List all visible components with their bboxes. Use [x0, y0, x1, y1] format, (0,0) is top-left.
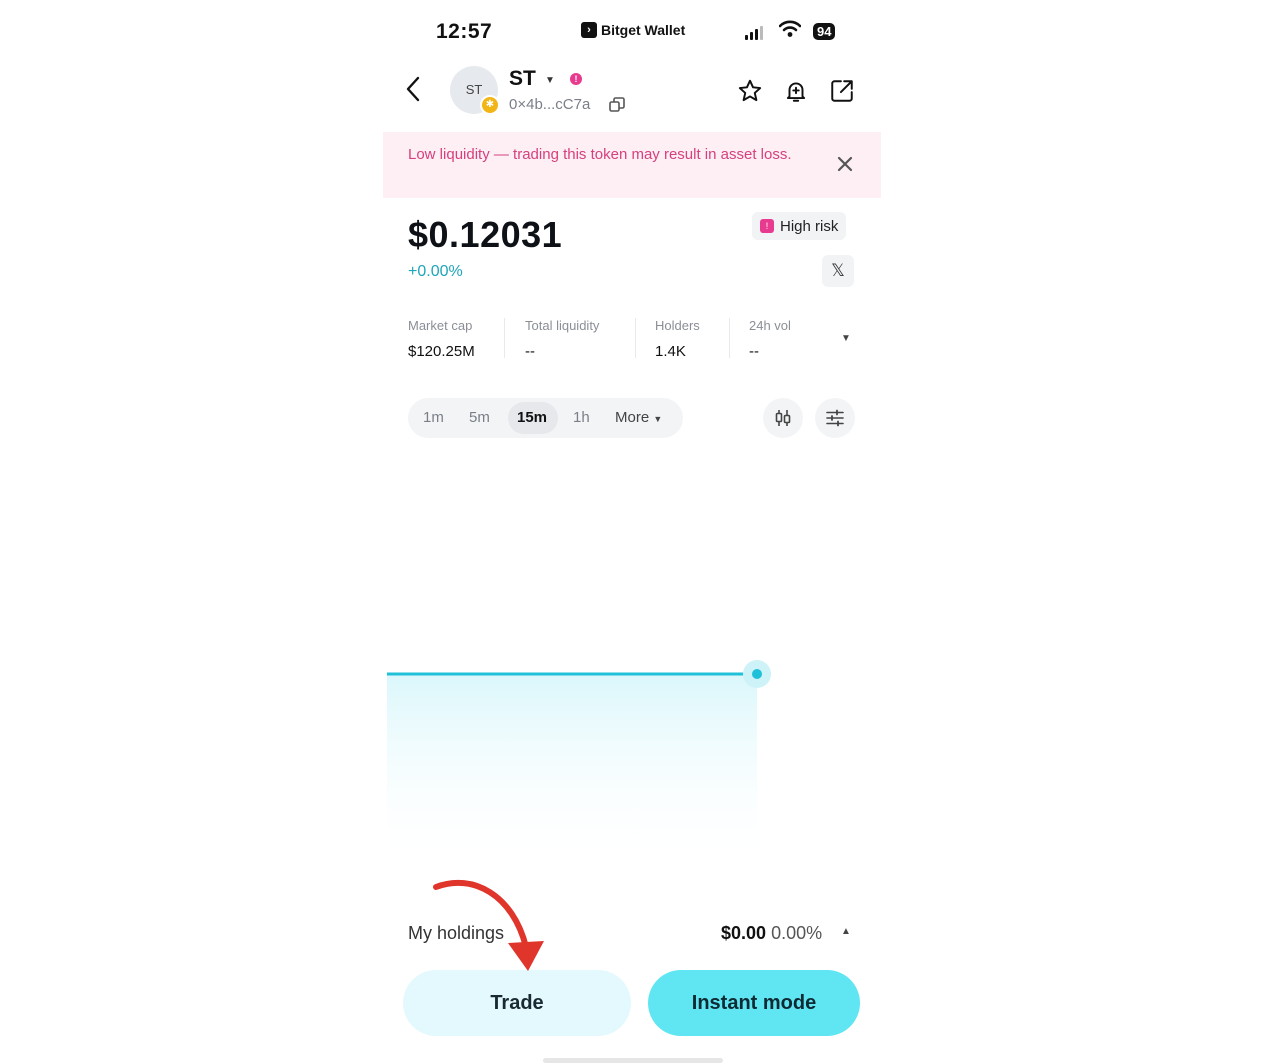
stat-value-total-liquidity: --	[525, 343, 535, 360]
stat-label-holders: Holders	[655, 318, 700, 333]
avatar-text: ST	[465, 82, 483, 97]
home-indicator	[543, 1058, 723, 1063]
interval-15m[interactable]: 15m	[517, 409, 547, 426]
stat-value-24h-vol: --	[749, 343, 759, 360]
back-arrow-icon[interactable]	[405, 74, 421, 109]
interval-5m[interactable]: 5m	[469, 409, 490, 426]
banner-text: Low liquidity — trading this token may r…	[408, 146, 792, 163]
x-social-icon[interactable]: 𝕏	[822, 255, 854, 287]
holdings-value: $0.00 0.00%	[721, 923, 822, 944]
divider	[729, 318, 730, 358]
token-address: 0×4b...cC7a	[509, 96, 591, 113]
warning-icon[interactable]: !	[570, 73, 582, 85]
chain-badge-icon: ✱	[480, 95, 500, 115]
status-time: 12:57	[436, 20, 493, 43]
battery-level: 94	[813, 23, 836, 40]
app-brand: › Bitget Wallet	[581, 22, 685, 38]
star-icon[interactable]	[736, 77, 764, 105]
token-avatar: ST ✱	[450, 66, 500, 115]
divider	[504, 318, 505, 358]
screen: 12:57 › Bitget Wallet 94 ST ✱ ST ▼ ! 0×4…	[383, 0, 881, 1063]
price-chart[interactable]	[383, 640, 881, 880]
interval-more[interactable]: More ▼	[615, 409, 662, 426]
candlestick-icon[interactable]	[763, 398, 803, 438]
bell-plus-icon[interactable]	[782, 77, 810, 105]
holdings-percent: 0.00%	[771, 923, 823, 943]
stat-label-24h-vol: 24h vol	[749, 318, 791, 333]
wifi-icon	[778, 20, 802, 43]
stat-label-market-cap: Market cap	[408, 318, 473, 333]
bitget-logo-icon: ›	[581, 22, 597, 38]
interval-more-label: More	[615, 409, 650, 426]
interval-1h[interactable]: 1h	[573, 409, 590, 426]
instant-mode-button[interactable]: Instant mode	[648, 970, 860, 1036]
share-icon[interactable]	[828, 77, 856, 105]
divider	[635, 318, 636, 358]
chevron-down-icon: ▼	[653, 414, 663, 424]
token-price: $0.12031	[408, 214, 563, 255]
chevron-up-icon[interactable]: ▲	[841, 926, 851, 937]
settings-sliders-icon[interactable]	[815, 398, 855, 438]
cellular-signal-icon	[745, 24, 763, 40]
risk-shield-icon: !	[760, 219, 774, 233]
chart-area-fill	[387, 674, 757, 870]
price-change: +0.00%	[408, 263, 463, 280]
last-point	[752, 669, 762, 679]
stat-value-holders: 1.4K	[655, 343, 686, 360]
interval-1m[interactable]: 1m	[423, 409, 444, 426]
annotation-arrow-icon	[433, 879, 544, 971]
chevron-down-icon[interactable]: ▼	[545, 75, 555, 86]
token-symbol[interactable]: ST	[509, 67, 536, 91]
holdings-amount: $0.00	[721, 923, 767, 943]
stat-label-total-liquidity: Total liquidity	[525, 318, 600, 333]
copy-icon[interactable]	[608, 96, 626, 119]
close-icon[interactable]	[835, 154, 855, 179]
risk-badge[interactable]: ! High risk	[752, 212, 847, 240]
risk-label: High risk	[780, 217, 839, 235]
trade-button[interactable]: Trade	[403, 970, 631, 1036]
stat-value-market-cap: $120.25M	[408, 343, 475, 360]
expand-stats-caret-icon[interactable]: ▼	[841, 333, 851, 344]
app-name: Bitget Wallet	[601, 22, 686, 38]
